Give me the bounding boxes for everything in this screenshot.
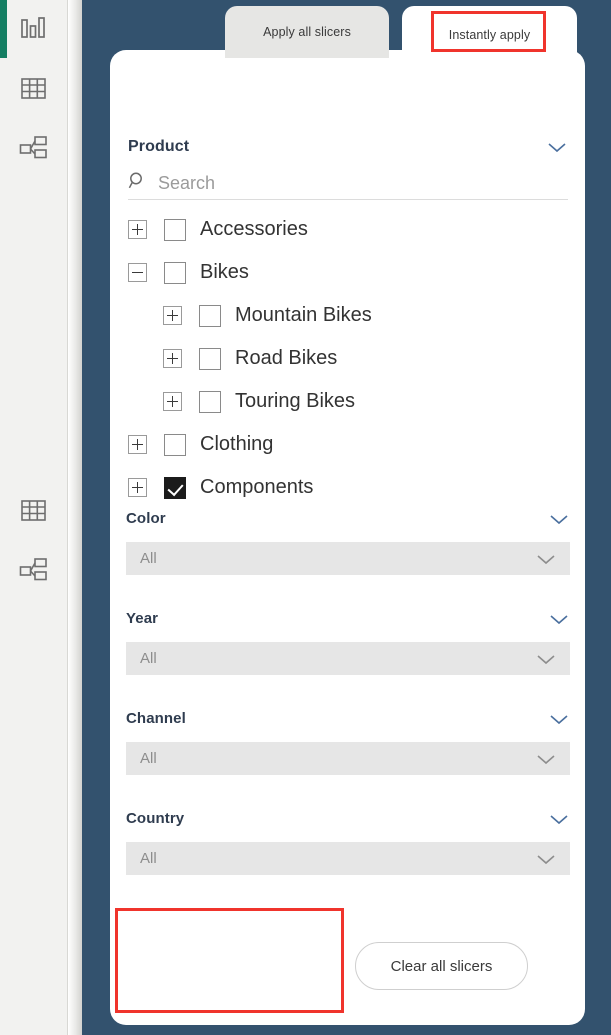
tree-item-label: Bikes bbox=[200, 261, 249, 283]
expand-plus-icon[interactable] bbox=[128, 478, 147, 497]
table-grid-icon bbox=[20, 76, 47, 101]
tree-item-label: Touring Bikes bbox=[235, 390, 356, 412]
tree-item-bikes[interactable]: Bikes bbox=[128, 251, 568, 294]
country-section-header[interactable]: Country bbox=[126, 810, 570, 827]
tree-item-label: Accessories bbox=[200, 218, 308, 240]
chevron-down-icon[interactable] bbox=[548, 512, 570, 526]
relationship-diagram-icon bbox=[19, 557, 48, 583]
collapse-minus-icon[interactable] bbox=[128, 263, 147, 282]
tab-strip: Apply all slicers Instantly apply bbox=[82, 0, 611, 64]
checkbox[interactable] bbox=[199, 390, 221, 413]
country-section-title: Country bbox=[126, 810, 185, 827]
tree-item-accessories[interactable]: Accessories bbox=[128, 208, 568, 251]
channel-section-title: Channel bbox=[126, 710, 186, 727]
year-dropdown[interactable]: All bbox=[126, 642, 570, 675]
product-section-header[interactable]: Product bbox=[128, 138, 568, 156]
channel-section-header[interactable]: Channel bbox=[126, 710, 570, 727]
tab-label: Apply all slicers bbox=[263, 25, 351, 39]
chevron-down-icon[interactable] bbox=[548, 812, 570, 826]
dropdown-value: All bbox=[140, 550, 157, 567]
checkbox[interactable] bbox=[164, 218, 186, 241]
bar-chart-icon bbox=[20, 16, 47, 41]
tree-item-road-bikes[interactable]: Road Bikes bbox=[128, 337, 568, 380]
chevron-down-icon[interactable] bbox=[546, 140, 568, 154]
checkbox-checked[interactable] bbox=[164, 476, 186, 499]
product-tree: Accessories Bikes Mountain Bikes Road Bi… bbox=[128, 208, 568, 509]
tree-item-components[interactable]: Components bbox=[128, 466, 568, 509]
clear-all-slicers-button[interactable]: Clear all slicers bbox=[355, 942, 528, 990]
table-grid-icon bbox=[20, 498, 47, 523]
year-section-title: Year bbox=[126, 610, 159, 627]
expand-plus-icon[interactable] bbox=[163, 392, 182, 411]
checkbox[interactable] bbox=[164, 261, 186, 284]
tree-item-clothing[interactable]: Clothing bbox=[128, 423, 568, 466]
dropdown-value: All bbox=[140, 850, 157, 867]
tab-label: Instantly apply bbox=[448, 28, 531, 42]
tree-item-label: Mountain Bikes bbox=[235, 304, 372, 326]
dropdown-value: All bbox=[140, 650, 157, 667]
product-search-field[interactable]: Search bbox=[128, 168, 568, 200]
product-section-title: Product bbox=[128, 138, 190, 155]
checkbox[interactable] bbox=[164, 433, 186, 456]
search-icon bbox=[128, 171, 148, 196]
chevron-down-icon[interactable] bbox=[535, 852, 557, 866]
panel-left-shadow bbox=[68, 0, 82, 1035]
chevron-down-icon[interactable] bbox=[548, 712, 570, 726]
checkbox[interactable] bbox=[199, 304, 221, 327]
left-rail bbox=[0, 0, 68, 1035]
color-dropdown[interactable]: All bbox=[126, 542, 570, 575]
tree-item-mountain-bikes[interactable]: Mountain Bikes bbox=[128, 294, 568, 337]
tree-item-label: Clothing bbox=[200, 433, 274, 455]
chevron-down-icon[interactable] bbox=[535, 652, 557, 666]
checkbox[interactable] bbox=[199, 347, 221, 370]
sidebar-item-data-view[interactable] bbox=[0, 68, 67, 108]
tree-item-label: Components bbox=[200, 476, 314, 498]
expand-plus-icon[interactable] bbox=[128, 435, 147, 454]
country-dropdown[interactable]: All bbox=[126, 842, 570, 875]
year-section-header[interactable]: Year bbox=[126, 610, 570, 627]
sidebar-item-report-view[interactable] bbox=[0, 8, 67, 48]
relationship-diagram-icon bbox=[19, 135, 48, 161]
slicer-panel-content: Product Search Accessories Bikes Mountai… bbox=[110, 50, 585, 1025]
expand-plus-icon[interactable] bbox=[128, 220, 147, 239]
chevron-down-icon[interactable] bbox=[535, 752, 557, 766]
tree-item-touring-bikes[interactable]: Touring Bikes bbox=[128, 380, 568, 423]
expand-plus-icon[interactable] bbox=[163, 349, 182, 368]
tree-item-label: Road Bikes bbox=[235, 347, 338, 369]
sidebar-item-model-view[interactable] bbox=[0, 128, 67, 168]
chevron-down-icon[interactable] bbox=[535, 552, 557, 566]
search-placeholder: Search bbox=[158, 173, 216, 193]
sidebar-item-model-view-2[interactable] bbox=[0, 550, 67, 590]
sidebar-item-data-view-2[interactable] bbox=[0, 490, 67, 530]
chevron-down-icon[interactable] bbox=[548, 612, 570, 626]
expand-plus-icon[interactable] bbox=[163, 306, 182, 325]
clear-all-slicers-label: Clear all slicers bbox=[390, 957, 493, 975]
color-section-title: Color bbox=[126, 510, 166, 527]
dropdown-value: All bbox=[140, 750, 157, 767]
color-section-header[interactable]: Color bbox=[126, 510, 570, 527]
channel-dropdown[interactable]: All bbox=[126, 742, 570, 775]
